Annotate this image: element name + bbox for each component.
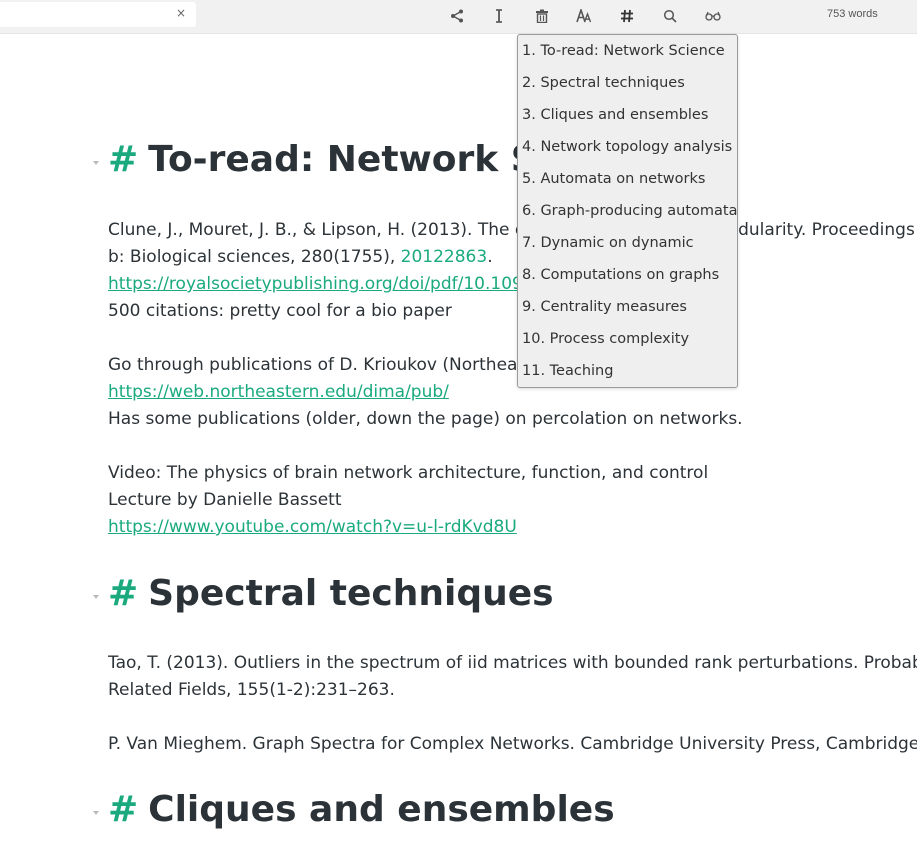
toc-item[interactable]: 4. Network topology analysis — [522, 139, 732, 155]
heading-hash: # — [108, 789, 139, 830]
link-line: https://www.youtube.com/watch?v=u-l-rdKv… — [108, 514, 517, 541]
hashtag-icon[interactable] — [616, 6, 638, 26]
text-cursor-icon[interactable] — [488, 6, 510, 26]
trash-icon[interactable] — [531, 6, 553, 26]
paragraph-line: Clune, J., Mouret, J. B., & Lipson, H. (… — [108, 220, 917, 240]
fold-toggle-icon[interactable] — [93, 811, 99, 815]
paragraph-line: Tao, T. (2013). Outliers in the spectrum… — [108, 653, 917, 673]
toc-item[interactable]: 2. Spectral techniques — [522, 75, 685, 91]
paragraph-line: Go through publications of D. Krioukov (… — [108, 355, 568, 375]
close-tab-icon[interactable]: × — [176, 6, 186, 20]
font-size-icon[interactable] — [573, 6, 595, 26]
share-icon[interactable] — [446, 6, 468, 26]
heading-text: Cliques and ensembles — [148, 789, 615, 830]
toc-item[interactable]: 6. Graph-producing automata — [522, 203, 737, 219]
heading-text: Spectral techniques — [148, 573, 554, 614]
paragraph-line: P. Van Mieghem. Graph Spectra for Comple… — [108, 734, 917, 754]
text-span: b: Biological sciences, 280(1755), — [108, 247, 401, 267]
link-line: https://web.northeastern.edu/dima/pub/ — [108, 379, 449, 406]
link-youtube[interactable]: https://www.youtube.com/watch?v=u-l-rdKv… — [108, 517, 517, 537]
word-count: 753 words — [827, 8, 878, 20]
toc-item[interactable]: 3. Cliques and ensembles — [522, 107, 708, 123]
paragraph-line: Video: The physics of brain network arch… — [108, 463, 709, 483]
link-northeastern[interactable]: https://web.northeastern.edu/dima/pub/ — [108, 382, 449, 402]
paragraph-line: 500 citations: pretty cool for a bio pap… — [108, 301, 452, 321]
toc-item[interactable]: 1. To-read: Network Science — [522, 43, 725, 59]
editor-document[interactable]: # To-read: Network Science Clune, J., Mou… — [0, 34, 917, 849]
heading-hash: # — [108, 139, 139, 180]
toc-item[interactable]: 8. Computations on graphs — [522, 267, 719, 283]
fold-toggle-icon[interactable] — [93, 161, 99, 165]
heading-hash: # — [108, 573, 139, 614]
fold-toggle-icon[interactable] — [93, 595, 99, 599]
toc-item[interactable]: 11. Teaching — [522, 363, 613, 379]
paragraph-line: Has some publications (older, down the p… — [108, 409, 743, 429]
glasses-icon[interactable] — [702, 6, 724, 26]
paragraph-line: Lecture by Danielle Bassett — [108, 490, 342, 510]
toc-item[interactable]: 10. Process complexity — [522, 331, 689, 347]
search-icon[interactable] — [659, 6, 681, 26]
document-tab[interactable]: × — [0, 2, 196, 27]
table-of-contents-menu: 1. To-read: Network Science 2. Spectral … — [517, 34, 738, 388]
paragraph-line: Related Fields, 155(1-2):231–263. — [108, 680, 395, 700]
number-span: 20122863 — [400, 247, 488, 267]
toc-item[interactable]: 9. Centrality measures — [522, 299, 687, 315]
paragraph-line: b: Biological sciences, 280(1755), 20122… — [108, 244, 493, 271]
toc-item[interactable]: 5. Automata on networks — [522, 171, 705, 187]
toc-item[interactable]: 7. Dynamic on dynamic — [522, 235, 694, 251]
heading-cliques: # Cliques and ensembles — [108, 789, 615, 830]
text-span: . — [487, 247, 493, 267]
heading-spectral: # Spectral techniques — [108, 573, 554, 614]
top-toolbar: × 753 words — [0, 0, 917, 34]
